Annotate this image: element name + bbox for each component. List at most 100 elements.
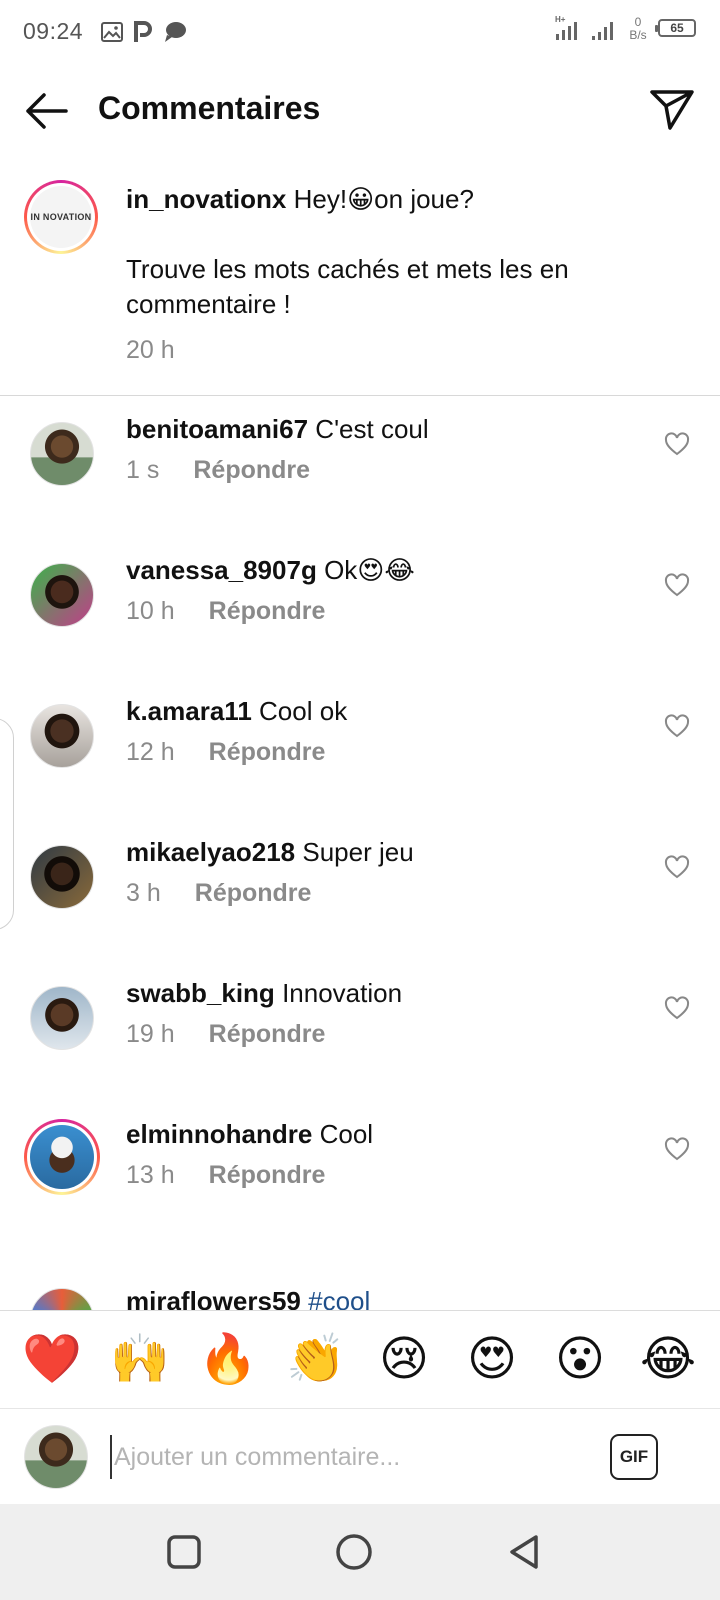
- comment-time: 10 h: [126, 597, 175, 625]
- comment-text: benitoamani67 C'est coul: [126, 414, 429, 445]
- caption-username[interactable]: in_novationx: [126, 184, 286, 214]
- avatar[interactable]: [30, 704, 94, 768]
- svg-text:H+: H+: [555, 15, 566, 24]
- comment-input[interactable]: [110, 1435, 570, 1479]
- caption-avatar[interactable]: IN NOVATION: [24, 180, 98, 254]
- comment-body: Cool: [319, 1119, 374, 1149]
- clapping-emoji-button[interactable]: 👏: [280, 1332, 352, 1388]
- heart-icon[interactable]: [664, 432, 690, 456]
- comment-body: Cool ok: [259, 696, 348, 726]
- caption-time: 20 h: [126, 336, 175, 364]
- laughing-emoji-button[interactable]: 😂: [632, 1332, 704, 1388]
- comment-text: miraflowers59 #cool: [126, 1286, 370, 1310]
- paper-plane-icon[interactable]: [646, 84, 698, 136]
- comment-item: elminnohandre Cool 13 h Répondre: [0, 1119, 720, 1229]
- avatar[interactable]: [30, 1288, 94, 1310]
- comment-text: mikaelyao218 Super jeu: [126, 837, 414, 868]
- reply-button[interactable]: Répondre: [195, 879, 312, 908]
- heart-eyes-emoji-button[interactable]: 😍: [456, 1332, 528, 1388]
- comment-item: swabb_king Innovation 19 h Répondre: [0, 978, 720, 1088]
- comment-username[interactable]: miraflowers59: [126, 1286, 301, 1310]
- comment-text: vanessa_8907g Ok😍😂: [126, 555, 415, 586]
- battery-indicator: 65: [655, 19, 696, 37]
- hashtag-link[interactable]: #cool: [308, 1286, 370, 1310]
- comment-item: k.amara11 Cool ok 12 h Répondre: [0, 696, 720, 806]
- comment-meta: 10 h Répondre: [126, 597, 325, 626]
- comment-item: benitoamani67 C'est coul 1 s Répondre: [0, 414, 720, 524]
- comment-username[interactable]: benitoamani67: [126, 414, 308, 444]
- emoji-quick-bar: ❤️ 🙌 🔥 👏 😢 😍 😮 😂: [0, 1310, 720, 1408]
- comment-text: k.amara11 Cool ok: [126, 696, 347, 727]
- arrow-left-icon[interactable]: [22, 86, 72, 136]
- comment-time: 3 h: [126, 879, 161, 907]
- heart-icon[interactable]: [664, 996, 690, 1020]
- recent-apps-icon[interactable]: [164, 1532, 204, 1572]
- comment-meta: 12 h Répondre: [126, 738, 325, 767]
- caption-text-end: on joue?: [374, 184, 474, 214]
- net-speed-unit: B/s: [629, 28, 647, 42]
- status-bar: 09:24 H+ 0 B/s 65: [0, 0, 720, 66]
- heart-icon[interactable]: [664, 855, 690, 879]
- reply-button[interactable]: Répondre: [209, 597, 326, 626]
- avatar[interactable]: [30, 563, 94, 627]
- back-nav-icon[interactable]: [504, 1532, 544, 1572]
- comment-composer: GIF: [0, 1408, 720, 1504]
- comment-body: C'est coul: [315, 414, 429, 444]
- comment-username[interactable]: vanessa_8907g: [126, 555, 317, 585]
- avatar[interactable]: [24, 1119, 100, 1195]
- comment-text: elminnohandre Cool: [126, 1119, 373, 1150]
- comment-meta: 3 h Répondre: [126, 879, 311, 908]
- comment-time: 13 h: [126, 1161, 175, 1189]
- comment-text: swabb_king Innovation: [126, 978, 402, 1009]
- comment-meta: 1 s Répondre: [126, 456, 310, 485]
- comment-body: Ok😍😂: [324, 555, 415, 585]
- avatar-photo: [30, 1125, 94, 1189]
- comment-item: vanessa_8907g Ok😍😂 10 h Répondre: [0, 555, 720, 665]
- heart-icon[interactable]: [664, 573, 690, 597]
- comment-username[interactable]: elminnohandre: [126, 1119, 312, 1149]
- comment-time: 1 s: [126, 456, 160, 484]
- comment-username[interactable]: swabb_king: [126, 978, 275, 1008]
- comment-meta: 19 h Répondre: [126, 1020, 325, 1049]
- reply-button[interactable]: Répondre: [193, 456, 310, 485]
- chat-bubble-icon: [165, 22, 186, 42]
- comment-username[interactable]: mikaelyao218: [126, 837, 295, 867]
- raising-hands-emoji-button[interactable]: 🙌: [104, 1332, 176, 1388]
- comment-meta: 13 h Répondre: [126, 1161, 325, 1190]
- comment-body: Super jeu: [302, 837, 414, 867]
- comment-item: miraflowers59 #cool: [0, 1260, 720, 1310]
- caption-line-2: Trouve les mots cachés et mets les en co…: [126, 254, 569, 319]
- avatar[interactable]: [30, 422, 94, 486]
- grinning-emoji: 😀: [347, 184, 375, 214]
- comment-time: 12 h: [126, 738, 175, 766]
- innovation-logo: IN NOVATION: [30, 186, 92, 248]
- reply-button[interactable]: Répondre: [209, 1161, 326, 1190]
- system-nav-bar: [0, 1504, 720, 1600]
- net-speed: 0 B/s: [626, 16, 650, 42]
- post-caption: IN NOVATION in_novationx Hey!😀on joue? T…: [0, 170, 720, 396]
- signal-icon: [592, 22, 613, 40]
- heart-icon[interactable]: [664, 1137, 690, 1161]
- comment-time: 19 h: [126, 1020, 175, 1048]
- comment-item: mikaelyao218 Super jeu 3 h Répondre: [0, 837, 720, 947]
- heart-emoji-button[interactable]: ❤️: [16, 1332, 88, 1388]
- page-title: Commentaires: [98, 90, 321, 126]
- avatar[interactable]: [30, 986, 94, 1050]
- avatar[interactable]: [30, 845, 94, 909]
- image-icon: [101, 22, 123, 42]
- fire-emoji-button[interactable]: 🔥: [192, 1332, 264, 1388]
- comment-username[interactable]: k.amara11: [126, 696, 252, 726]
- heart-icon[interactable]: [664, 714, 690, 738]
- gif-button[interactable]: GIF: [610, 1434, 658, 1480]
- crying-emoji-button[interactable]: 😢: [368, 1332, 440, 1388]
- comment-body: Innovation: [282, 978, 403, 1008]
- current-user-avatar: [24, 1425, 88, 1489]
- status-time: 09:24: [23, 18, 84, 44]
- signal-icon: H+: [555, 15, 577, 40]
- status-right-group: H+ 0 B/s 65: [554, 14, 696, 42]
- surprised-emoji-button[interactable]: 😮: [544, 1332, 616, 1388]
- reply-button[interactable]: Répondre: [209, 738, 326, 767]
- home-icon[interactable]: [334, 1532, 374, 1572]
- reply-button[interactable]: Répondre: [209, 1020, 326, 1049]
- caption-text: in_novationx Hey!😀on joue? Trouve les mo…: [126, 182, 686, 322]
